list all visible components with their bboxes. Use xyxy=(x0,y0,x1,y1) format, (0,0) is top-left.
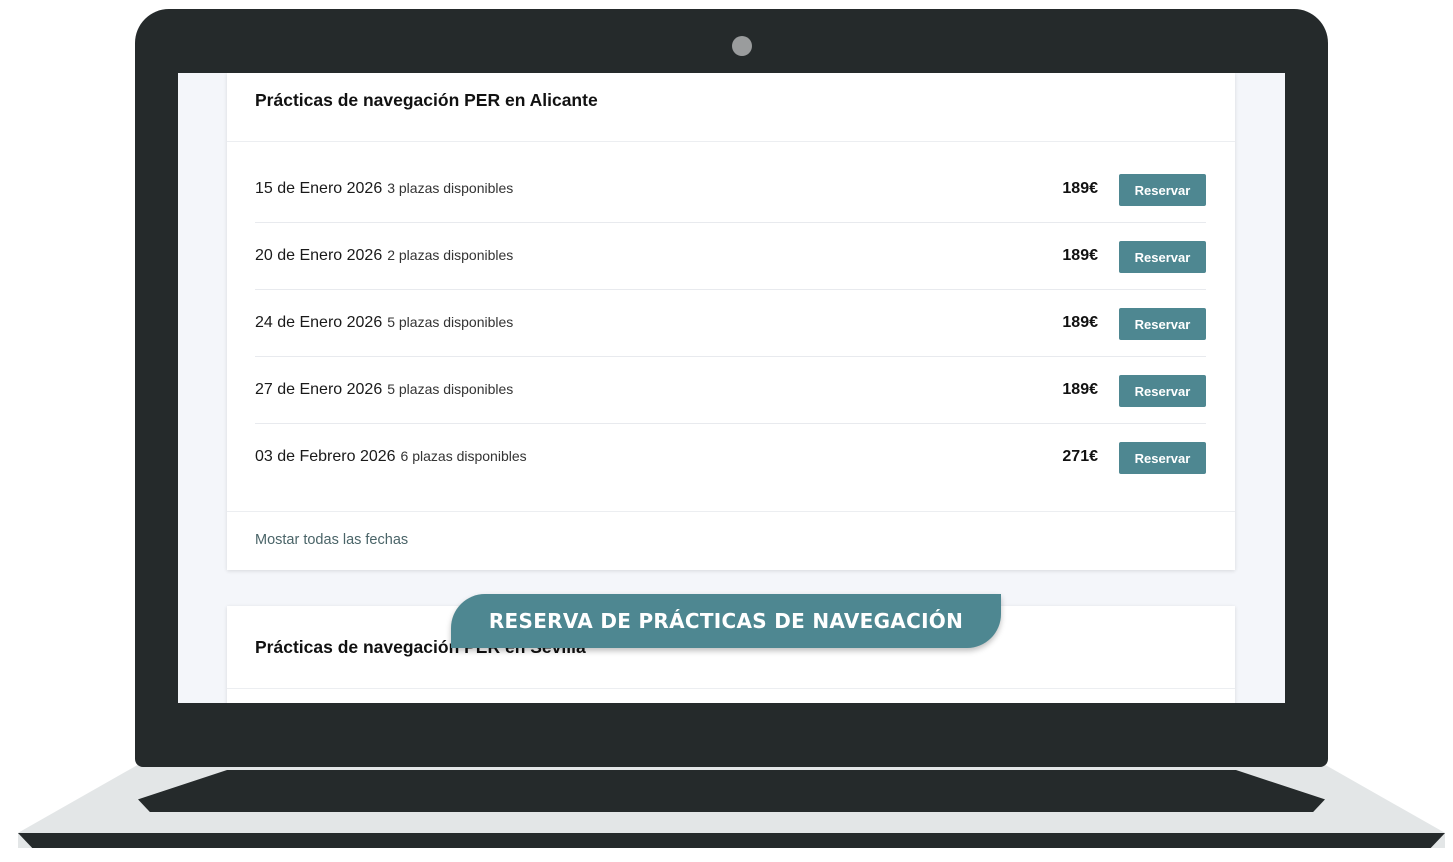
card-divider xyxy=(227,688,1235,689)
laptop-keyboard-deck xyxy=(138,770,1325,812)
spots-available: 6 plazas disponibles xyxy=(400,448,527,464)
reservar-button[interactable]: Reservar xyxy=(1119,442,1206,474)
date-row: 03 de Febrero 2026 6 plazas disponibles 2… xyxy=(255,423,1206,490)
date-text: 24 de Enero 2026 xyxy=(255,314,383,331)
card-title: Prácticas de navegación PER en Alicante xyxy=(255,90,598,110)
date-row: 24 de Enero 2026 5 plazas disponibles 189… xyxy=(255,289,1206,357)
row-date: 27 de Enero 2026 5 plazas disponibles xyxy=(255,381,513,399)
row-price: 189€ xyxy=(1062,247,1098,264)
row-price: 189€ xyxy=(1062,381,1098,398)
row-date: 20 de Enero 2026 2 plazas disponibles xyxy=(255,247,513,265)
row-date: 03 de Febrero 2026 6 plazas disponibles xyxy=(255,448,527,466)
date-text: 27 de Enero 2026 xyxy=(255,381,383,398)
date-text: 03 de Febrero 2026 xyxy=(255,448,396,465)
reservar-button[interactable]: Reservar xyxy=(1119,241,1206,273)
card-divider xyxy=(227,141,1235,142)
reservar-button[interactable]: Reservar xyxy=(1119,174,1206,206)
laptop-base-edge xyxy=(18,833,1445,848)
row-price: 189€ xyxy=(1062,314,1098,331)
date-row: 20 de Enero 2026 2 plazas disponibles 189… xyxy=(255,222,1206,290)
reservar-button[interactable]: Reservar xyxy=(1119,308,1206,340)
row-price: 271€ xyxy=(1062,448,1098,465)
date-row: 27 de Enero 2026 5 plazas disponibles 189… xyxy=(255,356,1206,424)
camera-icon xyxy=(732,36,752,56)
date-text: 20 de Enero 2026 xyxy=(255,247,383,264)
show-all-dates-link[interactable]: Mostar todas las fechas xyxy=(255,532,408,548)
row-date: 15 de Enero 2026 3 plazas disponibles xyxy=(255,180,513,198)
spots-available: 2 plazas disponibles xyxy=(387,247,514,263)
row-date: 24 de Enero 2026 5 plazas disponibles xyxy=(255,314,513,332)
spots-available: 5 plazas disponibles xyxy=(387,314,514,330)
spots-available: 3 plazas disponibles xyxy=(387,180,514,196)
date-text: 15 de Enero 2026 xyxy=(255,180,383,197)
card-divider xyxy=(227,511,1235,512)
promo-banner: RESERVA DE PRÁCTICAS DE NAVEGACIÓN xyxy=(451,594,1001,648)
spots-available: 5 plazas disponibles xyxy=(387,381,514,397)
date-row: 15 de Enero 2026 3 plazas disponibles 189… xyxy=(255,155,1206,223)
reservar-button[interactable]: Reservar xyxy=(1119,375,1206,407)
course-card-alicante: Prácticas de navegación PER en Alicante … xyxy=(227,73,1235,570)
row-price: 189€ xyxy=(1062,180,1098,197)
